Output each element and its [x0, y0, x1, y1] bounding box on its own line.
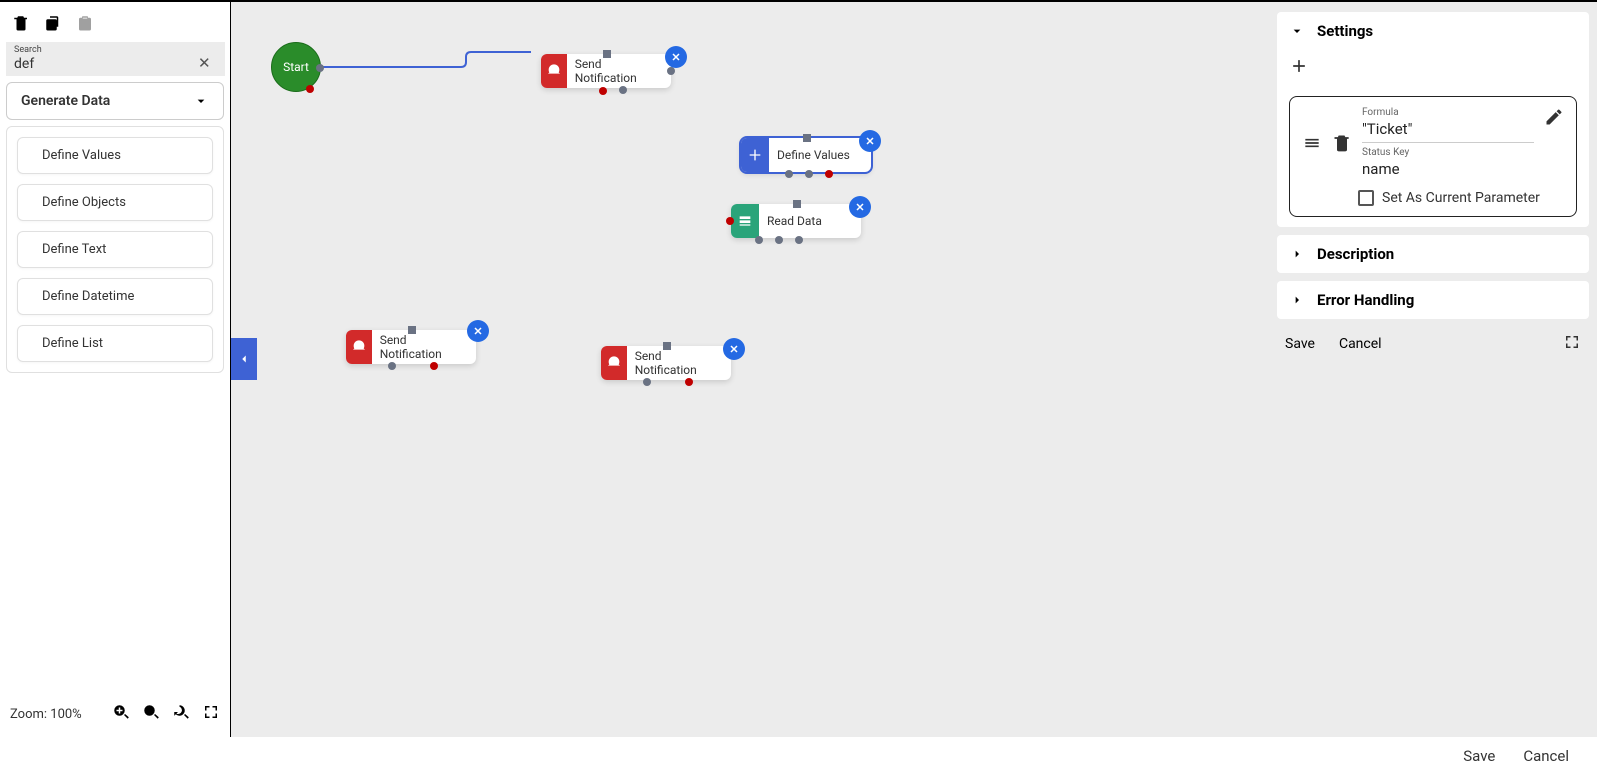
zoom-reset-icon[interactable]: [172, 703, 190, 725]
panel-save-button[interactable]: Save: [1285, 336, 1315, 352]
left-sidebar: Search ✕ Generate Data Define Values Def…: [0, 2, 230, 737]
node-label: Define Values: [769, 148, 862, 162]
workflow-canvas[interactable]: Success Error Start Send Notification: [230, 2, 1269, 737]
zoom-in-icon[interactable]: [112, 703, 130, 725]
error-handling-section[interactable]: Error Handling: [1277, 281, 1589, 319]
panel-cancel-button[interactable]: Cancel: [1339, 336, 1382, 352]
parameter-card: Formula "Ticket" Status Key name Set As …: [1289, 96, 1577, 217]
zoom-toolbar: Zoom: 100%: [0, 697, 230, 731]
add-parameter-icon[interactable]: [1289, 54, 1309, 86]
error-handling-title: Error Handling: [1317, 291, 1414, 309]
copy-icon[interactable]: [44, 14, 62, 36]
clear-search-icon[interactable]: ✕: [192, 54, 217, 72]
node-type-card[interactable]: Define Datetime: [17, 278, 213, 315]
settings-section[interactable]: Settings: [1289, 22, 1577, 40]
node-label: Read Data: [759, 214, 834, 228]
node-send-notification[interactable]: Send Notification: [601, 346, 731, 380]
node-send-notification[interactable]: Send Notification: [541, 54, 671, 88]
fullscreen-icon[interactable]: [202, 703, 220, 725]
node-label: Send Notification: [372, 333, 476, 361]
node-label: Send Notification: [567, 57, 671, 85]
set-current-checkbox[interactable]: [1358, 190, 1374, 206]
notification-icon: [346, 330, 372, 364]
node-label: Send Notification: [627, 349, 731, 377]
set-current-label: Set As Current Parameter: [1382, 190, 1540, 206]
chevron-right-icon: [1289, 292, 1305, 308]
status-key-value[interactable]: name: [1362, 158, 1534, 182]
collapse-sidebar-button[interactable]: [231, 338, 257, 380]
close-node-icon[interactable]: [665, 46, 687, 68]
status-key-label: Status Key: [1362, 147, 1534, 158]
edit-formula-icon[interactable]: [1544, 107, 1564, 131]
notification-icon: [601, 346, 627, 380]
description-section[interactable]: Description: [1277, 235, 1589, 273]
node-type-card[interactable]: Define Objects: [17, 184, 213, 221]
node-type-card[interactable]: Define Values: [17, 137, 213, 174]
close-node-icon[interactable]: [467, 320, 489, 342]
drag-handle-icon[interactable]: [1302, 133, 1322, 157]
footer-cancel-button[interactable]: Cancel: [1523, 747, 1569, 765]
zoom-out-icon[interactable]: [142, 703, 160, 725]
node-type-card[interactable]: Define List: [17, 325, 213, 362]
chevron-down-icon: [1289, 23, 1305, 39]
node-send-notification[interactable]: Send Notification: [346, 330, 476, 364]
chevron-right-icon: [1289, 246, 1305, 262]
zoom-label: Zoom: 100%: [10, 707, 82, 722]
formula-value[interactable]: "Ticket": [1362, 118, 1534, 143]
properties-panel: Settings Formula "Ticket" Status Key nam…: [1269, 2, 1597, 737]
node-read-data[interactable]: Read Data: [731, 204, 861, 238]
settings-title: Settings: [1317, 22, 1373, 40]
node-type-card[interactable]: Define Text: [17, 231, 213, 268]
description-title: Description: [1317, 245, 1394, 263]
notification-icon: [541, 54, 567, 88]
clipboard-icon[interactable]: [76, 14, 94, 36]
search-box[interactable]: Search ✕: [6, 42, 225, 76]
close-node-icon[interactable]: [723, 338, 745, 360]
node-define-values[interactable]: Define Values: [741, 138, 871, 172]
close-node-icon[interactable]: [849, 196, 871, 218]
chevron-down-icon: [193, 93, 209, 109]
app-footer: Save Cancel: [0, 737, 1597, 775]
define-values-icon: [741, 138, 769, 172]
start-label: Start: [283, 60, 309, 74]
read-data-icon: [731, 204, 759, 238]
expand-panel-icon[interactable]: [1563, 333, 1581, 355]
formula-label: Formula: [1362, 107, 1534, 118]
start-node[interactable]: Start: [271, 42, 321, 92]
node-type-list: Define Values Define Objects Define Text…: [6, 126, 224, 373]
footer-save-button[interactable]: Save: [1463, 747, 1495, 765]
delete-parameter-icon[interactable]: [1332, 133, 1352, 157]
close-node-icon[interactable]: [859, 130, 881, 152]
section-title: Generate Data: [21, 93, 110, 109]
section-generate-data[interactable]: Generate Data: [6, 82, 224, 120]
search-label: Search: [14, 45, 42, 55]
delete-icon[interactable]: [12, 14, 30, 36]
